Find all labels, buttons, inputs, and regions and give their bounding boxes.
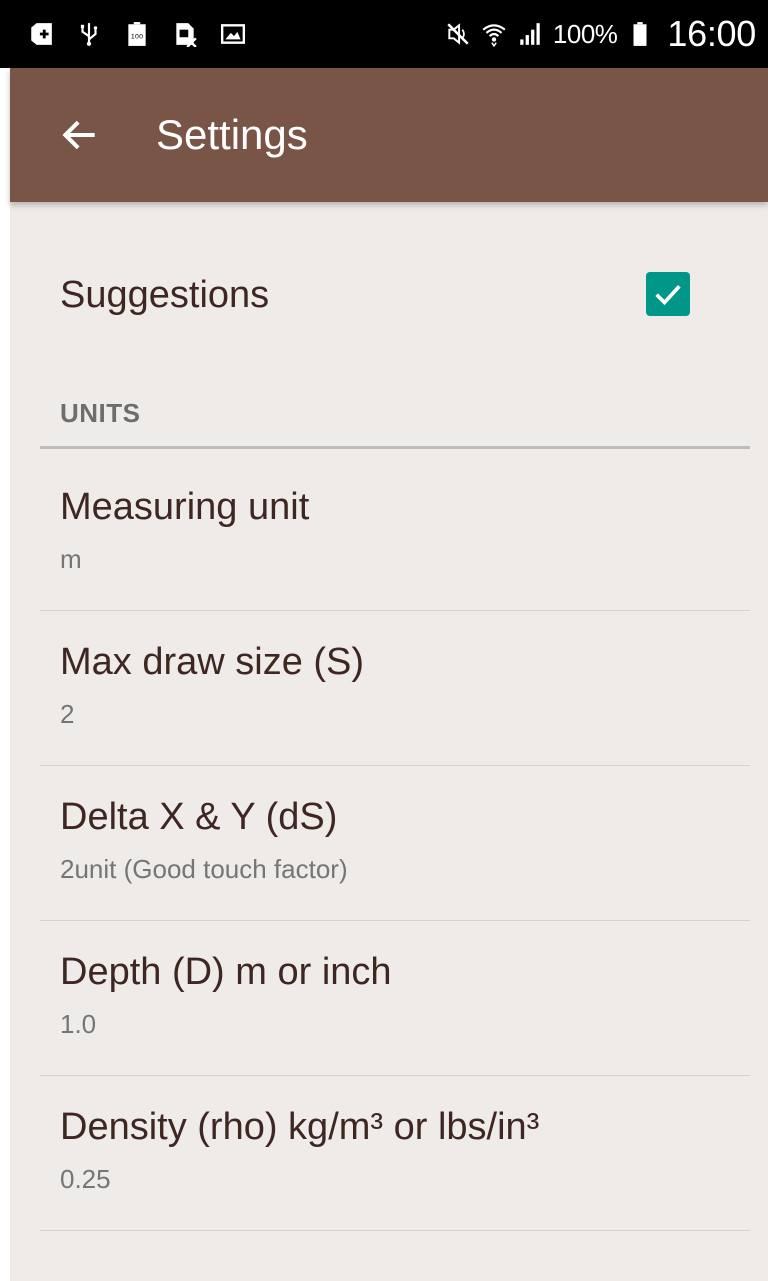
signal-icon: [517, 21, 543, 47]
pref-summary: m: [60, 544, 82, 574]
arrow-back-icon: [62, 120, 95, 150]
pref-title: Delta X & Y (dS): [60, 796, 338, 838]
units-category-label: UNITS: [60, 398, 141, 428]
svg-text:100: 100: [131, 32, 143, 40]
status-clock: 16:00: [667, 13, 756, 54]
sim-error-icon: [172, 21, 198, 47]
suggestions-checkbox[interactable]: [646, 272, 690, 316]
pref-summary: 2unit (Good touch factor): [60, 854, 348, 884]
pref-depth[interactable]: Depth (D) m or inch 1.0: [10, 921, 768, 1076]
battery-percentage: 100%: [552, 18, 618, 49]
list-divider: [40, 1230, 750, 1231]
app-bar: Settings: [10, 68, 768, 202]
pref-title: Depth (D) m or inch: [60, 951, 392, 993]
pref-summary: 2: [60, 699, 75, 729]
pref-delta-xy[interactable]: Delta X & Y (dS) 2unit (Good touch facto…: [10, 766, 768, 921]
status-system: 100% 16:00: [445, 13, 756, 55]
battery-100-icon: 100: [124, 21, 150, 47]
wifi-icon: [481, 21, 507, 47]
pref-summary: 1.0: [60, 1009, 97, 1039]
image-icon: [220, 21, 246, 47]
settings-screen: Settings Suggestions UNITS Measuring uni…: [10, 68, 768, 1281]
back-button[interactable]: [50, 105, 110, 165]
pref-max-draw-size[interactable]: Max draw size (S) 2: [10, 611, 768, 766]
status-notifications: 100: [28, 21, 246, 47]
units-category: UNITS: [40, 398, 750, 449]
pref-title: Density (rho) kg/m³ or lbs/in³: [60, 1106, 540, 1148]
suggestions-row[interactable]: Suggestions: [10, 242, 768, 348]
category-divider: [40, 446, 750, 449]
suggestions-label: Suggestions: [60, 273, 270, 316]
pref-measuring-unit[interactable]: Measuring unit m: [10, 456, 768, 611]
add-notification-icon: [28, 21, 54, 47]
battery-icon: [627, 21, 653, 47]
pref-summary: 0.25: [60, 1164, 111, 1194]
status-bar: 100 100% 16:00: [0, 0, 768, 68]
pref-title: Max draw size (S): [60, 641, 365, 683]
check-icon: [655, 284, 681, 306]
page-title: Settings: [156, 111, 308, 158]
pref-title: Measuring unit: [60, 486, 310, 528]
mute-icon: [445, 21, 471, 47]
usb-icon: [76, 21, 102, 47]
pref-density[interactable]: Density (rho) kg/m³ or lbs/in³ 0.25: [10, 1076, 768, 1231]
units-preference-list: Measuring unit m Max draw size (S) 2 Del…: [10, 456, 768, 1231]
